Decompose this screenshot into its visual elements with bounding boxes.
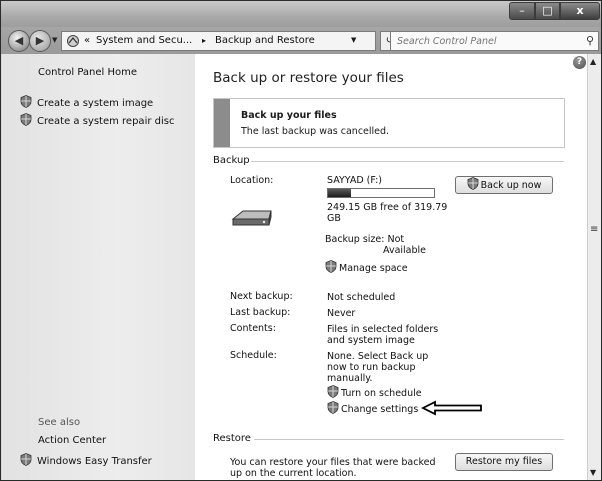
back-up-now-label: Back up now xyxy=(480,180,542,191)
window: – □ x ◀ ▶ ▼ « System and Secu... ▸ Backu… xyxy=(0,0,602,481)
free-space-line-2: GB xyxy=(327,213,341,224)
breadcrumb-separator-icon[interactable]: ▸ xyxy=(202,36,206,45)
recent-pages-dropdown[interactable]: ▼ xyxy=(52,36,57,44)
create-repair-disc-link[interactable]: Create a system repair disc xyxy=(20,113,174,127)
restore-my-files-button[interactable]: Restore my files xyxy=(455,453,553,471)
back-up-now-button[interactable]: Back up now xyxy=(455,176,553,194)
contents-line-1: Files in selected folders xyxy=(327,324,439,335)
shield-icon xyxy=(327,401,339,414)
last-backup-value: Never xyxy=(327,308,356,319)
notice-status-bar xyxy=(214,99,230,147)
back-arrow-icon: ◀ xyxy=(14,34,24,47)
create-system-image-label: Create a system image xyxy=(37,98,154,109)
windows-easy-transfer-label: Windows Easy Transfer xyxy=(37,456,152,467)
shield-icon xyxy=(325,260,337,273)
section-divider xyxy=(251,161,564,162)
forward-arrow-icon: ▶ xyxy=(35,34,45,47)
location-label: Location: xyxy=(230,175,274,186)
shield-icon xyxy=(20,95,32,108)
backup-size-line-2: Available xyxy=(383,245,427,256)
notice-title: Back up your files xyxy=(241,110,337,121)
next-backup-value: Not scheduled xyxy=(327,292,396,303)
restore-text-line-1: You can restore your files that were bac… xyxy=(230,457,436,468)
scroll-down-icon[interactable]: ▼ xyxy=(590,468,596,477)
contents-label: Contents: xyxy=(230,323,276,334)
help-icon[interactable]: ? xyxy=(573,56,586,69)
back-button[interactable]: ◀ xyxy=(8,30,30,52)
control-panel-icon xyxy=(66,34,80,51)
backup-size-line-1: Backup size: Not xyxy=(325,234,405,245)
create-system-image-link[interactable]: Create a system image xyxy=(20,95,153,109)
scroll-up-icon[interactable]: ▲ xyxy=(590,57,596,66)
restore-section-heading: Restore xyxy=(213,433,251,444)
disk-usage-bar xyxy=(327,188,435,198)
location-value: SAYYAD (F:) xyxy=(327,175,383,186)
navigation-bar: ◀ ▶ ▼ « System and Secu... ▸ Backup and … xyxy=(1,27,601,54)
contents-line-2: and system image xyxy=(327,335,415,346)
manage-space-link[interactable]: Manage space xyxy=(325,260,408,274)
create-repair-disc-label: Create a system repair disc xyxy=(37,116,175,127)
schedule-label: Schedule: xyxy=(230,350,277,361)
schedule-line-2: now to run backup xyxy=(327,362,416,373)
section-divider xyxy=(254,439,564,440)
last-backup-label: Last backup: xyxy=(230,307,291,318)
next-backup-label: Next backup: xyxy=(230,291,293,302)
see-also-heading: See also xyxy=(38,417,81,428)
scroll-grip-icon[interactable]: ≡ xyxy=(590,224,598,235)
change-settings-label: Change settings xyxy=(341,404,419,415)
turn-on-schedule-link[interactable]: Turn on schedule xyxy=(327,385,422,399)
backup-section-heading: Backup xyxy=(213,155,250,166)
vertical-scrollbar[interactable]: ▲ ≡ ▼ xyxy=(587,54,601,480)
forward-button[interactable]: ▶ xyxy=(29,30,51,52)
address-dropdown-icon[interactable]: ▼ xyxy=(351,36,356,44)
notice-text: The last backup was cancelled. xyxy=(241,126,390,137)
search-input[interactable] xyxy=(397,34,577,48)
address-bar[interactable]: « System and Secu... ▸ Backup and Restor… xyxy=(61,31,376,51)
turn-on-schedule-label: Turn on schedule xyxy=(341,388,422,399)
breadcrumb-backup-and-restore[interactable]: Backup and Restore xyxy=(215,35,315,46)
drive-icon xyxy=(229,207,273,232)
shield-icon xyxy=(327,385,339,398)
minimize-button[interactable]: – xyxy=(509,2,535,20)
schedule-line-1: None. Select Back up xyxy=(327,351,429,362)
disk-usage-fill xyxy=(328,189,352,197)
backup-notice: Back up your files The last backup was c… xyxy=(213,98,565,148)
shield-icon xyxy=(467,177,479,190)
address-chevron[interactable]: « xyxy=(84,35,90,46)
schedule-line-3: manually. xyxy=(327,373,373,384)
windows-easy-transfer-link[interactable]: Windows Easy Transfer xyxy=(20,453,152,467)
manage-space-label: Manage space xyxy=(339,263,408,274)
close-button[interactable]: x xyxy=(560,2,600,20)
search-box: ⚲ xyxy=(390,31,599,51)
change-settings-link[interactable]: Change settings xyxy=(327,401,418,415)
action-center-link[interactable]: Action Center xyxy=(38,435,106,446)
maximize-button[interactable]: □ xyxy=(535,2,560,20)
breadcrumb-system-and-security[interactable]: System and Secu... xyxy=(96,35,192,46)
title-bar: – □ x xyxy=(1,1,601,27)
pointer-arrow-icon xyxy=(420,400,483,419)
page-title: Back up or restore your files xyxy=(213,70,404,86)
search-icon[interactable]: ⚲ xyxy=(586,34,594,47)
control-panel-home-link[interactable]: Control Panel Home xyxy=(38,67,137,78)
shield-icon xyxy=(20,113,32,126)
easy-transfer-icon xyxy=(20,453,32,466)
free-space-line-1: 249.15 GB free of 319.79 xyxy=(327,202,448,213)
restore-text-line-2: up on the current location. xyxy=(230,468,357,479)
